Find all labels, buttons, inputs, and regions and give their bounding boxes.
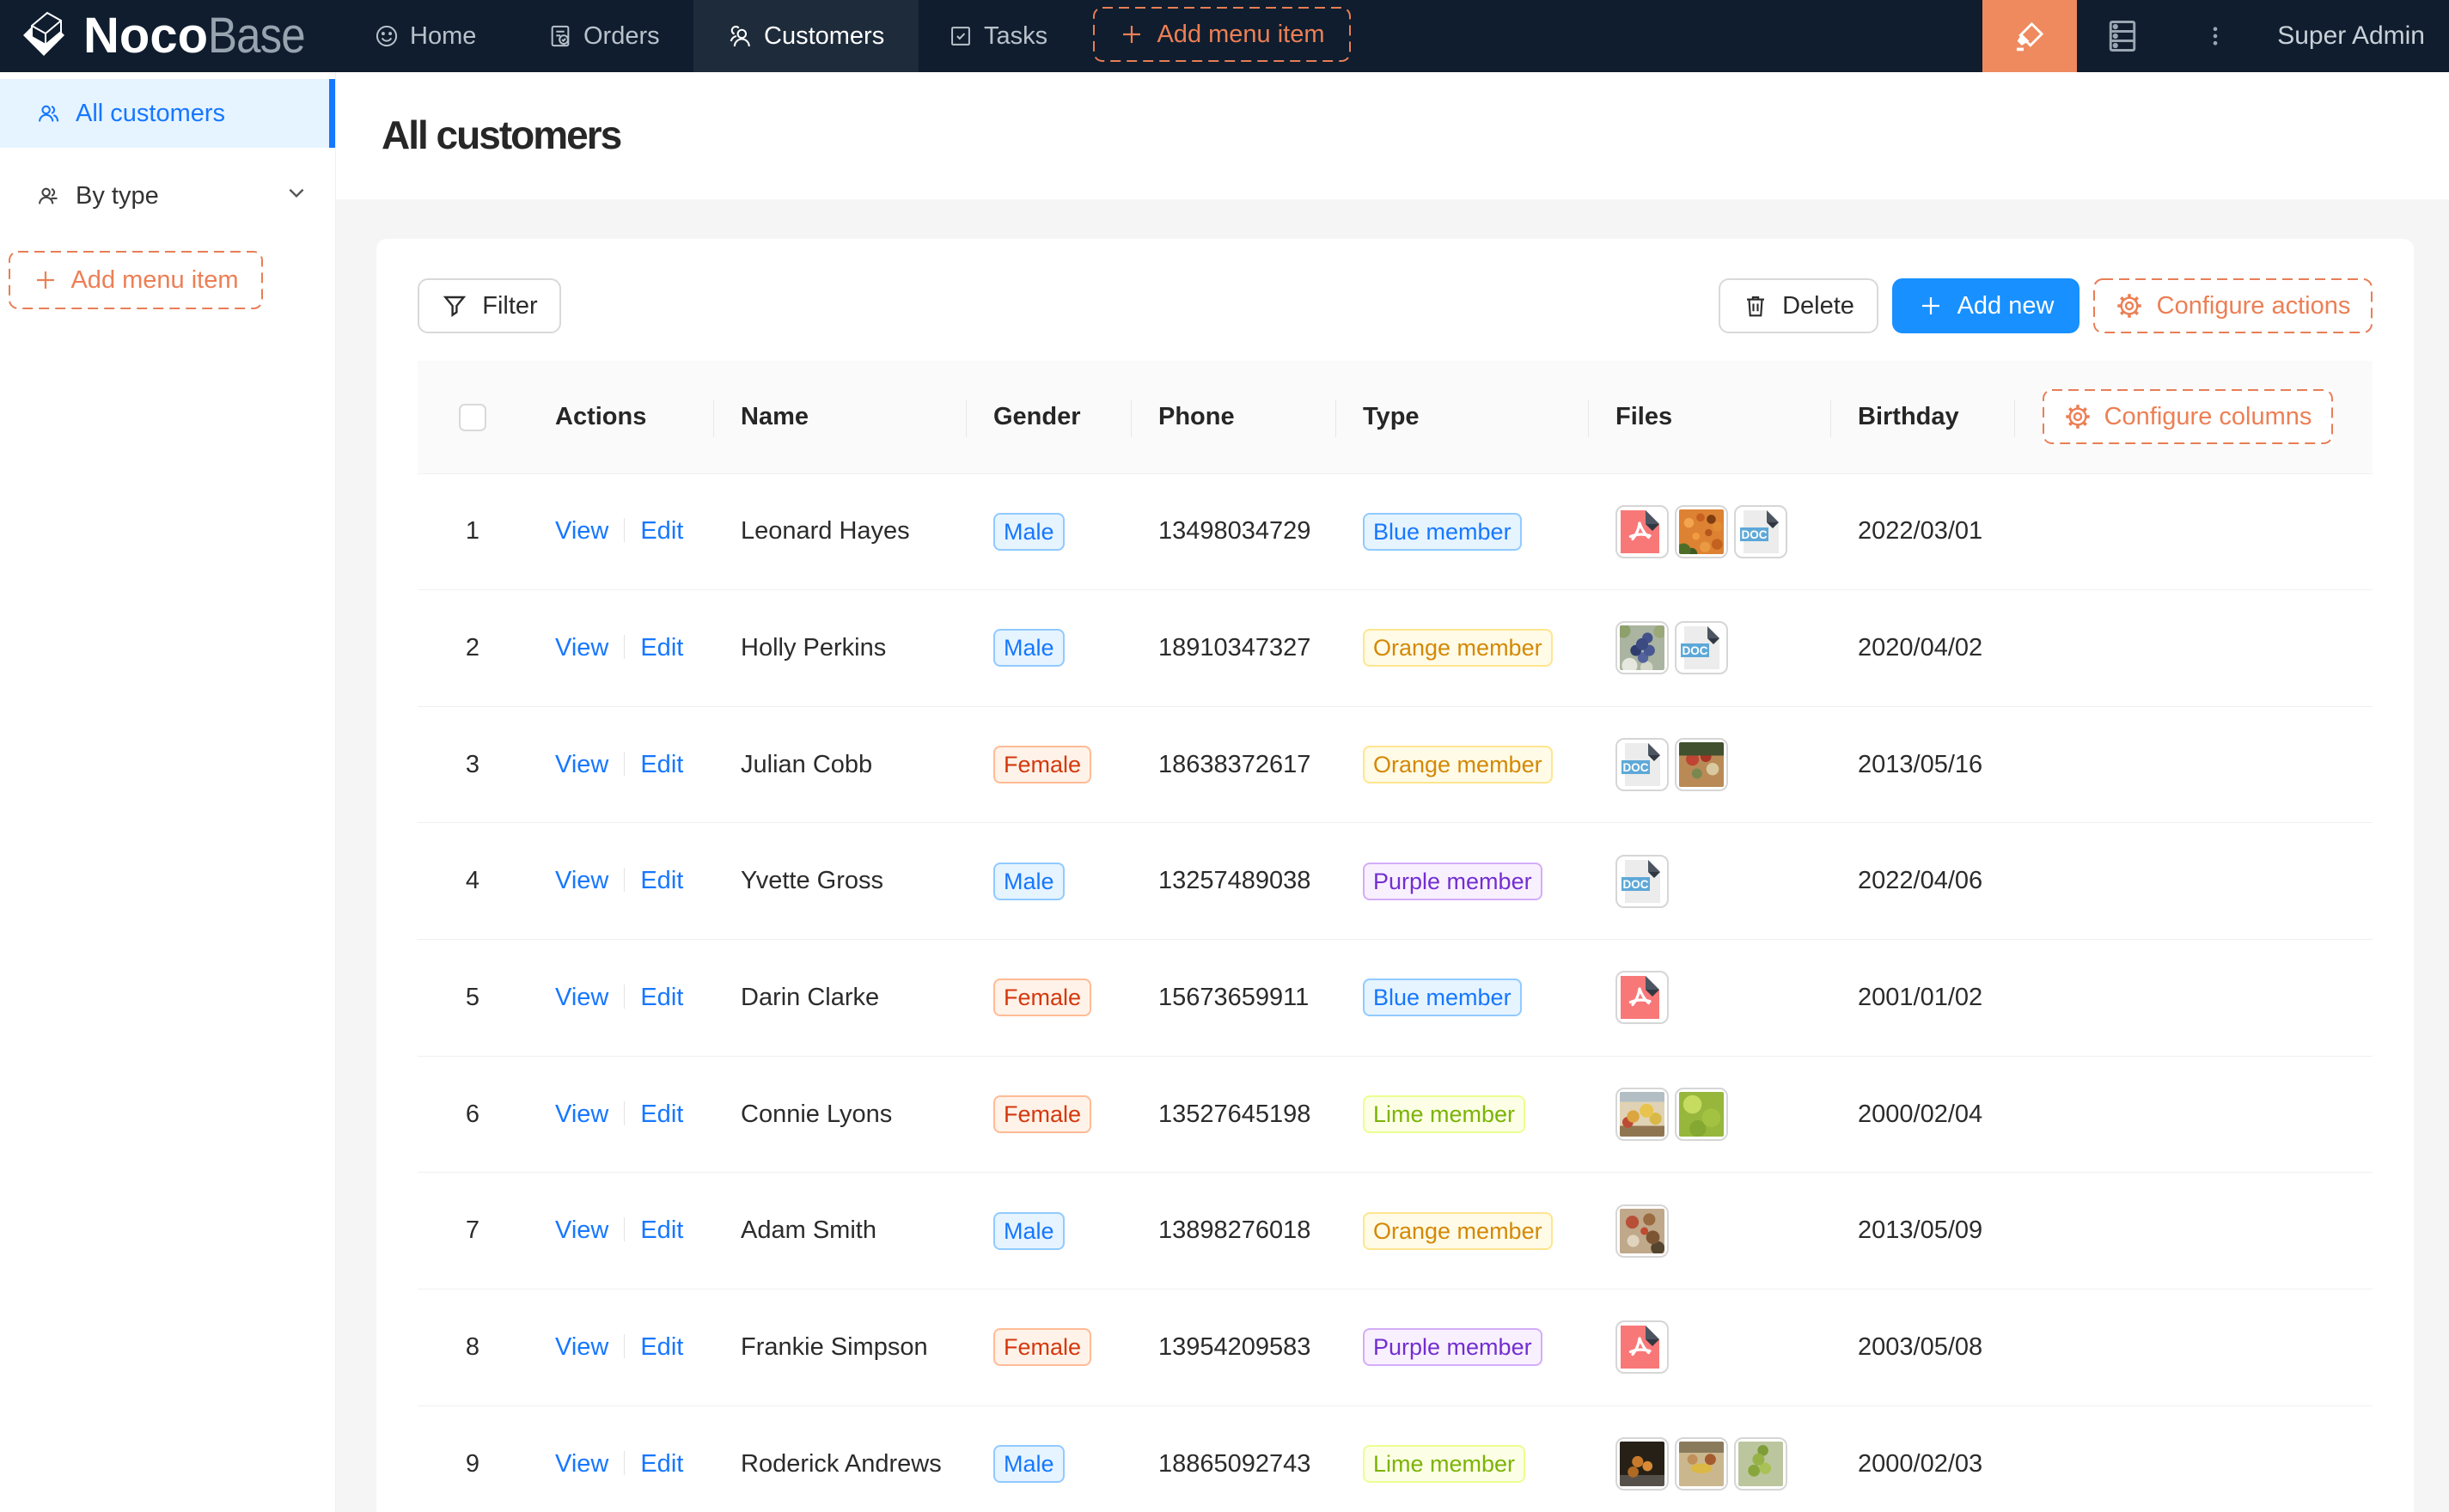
svg-text:DOC: DOC (1623, 761, 1649, 774)
svg-text:DOC: DOC (1683, 644, 1708, 657)
svg-text:DOC: DOC (1742, 528, 1768, 541)
svg-text:DOC: DOC (1623, 878, 1649, 891)
